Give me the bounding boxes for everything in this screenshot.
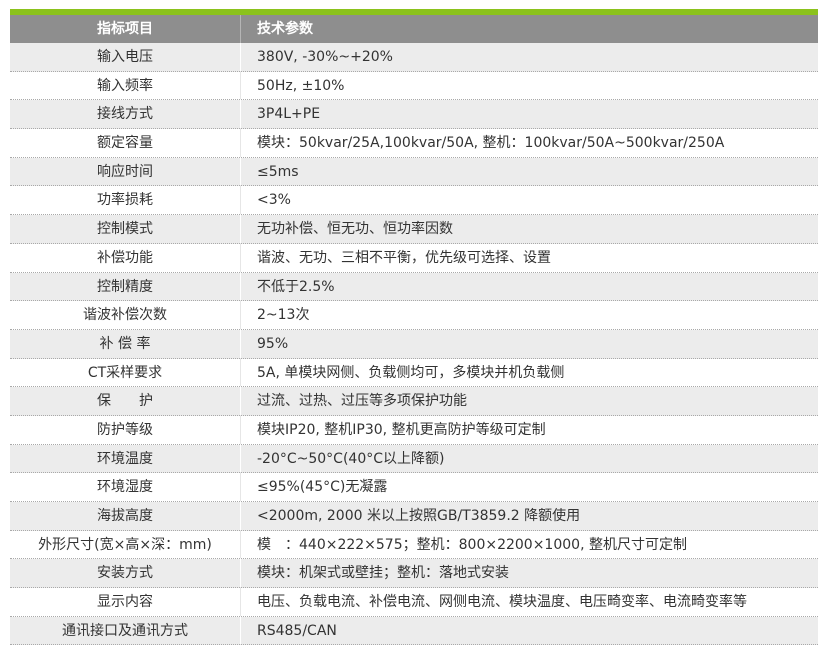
row-value: <3% bbox=[240, 186, 818, 215]
row-value: ≤95%(45°C)无凝露 bbox=[240, 473, 818, 501]
header-value: 技术参数 bbox=[240, 15, 818, 43]
row-label: 防护等级 bbox=[97, 421, 153, 438]
row-value: 电压、负载电流、补偿电流、网侧电流、模块温度、电压畸变率、电流畸变率等 bbox=[240, 588, 818, 616]
row-label: 谐波补偿次数 bbox=[83, 307, 167, 324]
row-label: 补偿功能 bbox=[97, 249, 153, 266]
table-row: 显示内容 电压、负载电流、补偿电流、网侧电流、模块温度、电压畸变率、电流畸变率等 bbox=[10, 588, 818, 617]
row-label: 响应时间 bbox=[97, 163, 153, 180]
row-value: 无功补偿、恒无功、恒功率因数 bbox=[240, 215, 818, 243]
table-row: 通讯接口及通讯方式 RS485/CAN bbox=[10, 616, 818, 646]
row-label: 环境湿度 bbox=[97, 479, 153, 496]
row-value: 2~13次 bbox=[240, 301, 818, 329]
row-value: 不低于2.5% bbox=[240, 272, 818, 301]
row-value: 过流、过热、过压等多项保护功能 bbox=[240, 387, 818, 415]
row-value: 模 ：440×222×575；整机：800×2200×1000, 整机尺寸可定制 bbox=[240, 530, 818, 559]
row-label: 海拔高度 bbox=[97, 508, 153, 524]
row-label: 控制模式 bbox=[97, 221, 153, 238]
row-label: 控制精度 bbox=[97, 278, 153, 295]
row-value: 谐波、无功、三相不平衡，优先级可选择、设置 bbox=[240, 243, 818, 272]
table-row: 海拔高度 <2000m, 2000 米以上按照GB/T3859.2 降额使用 bbox=[10, 502, 818, 531]
table-row: 防护等级 模块IP20, 整机IP30, 整机更高防护等级可定制 bbox=[10, 415, 818, 445]
table-row: 输入电压 380V, -30%~+20% bbox=[10, 43, 818, 72]
row-value: 模块IP20, 整机IP30, 整机更高防护等级可定制 bbox=[240, 415, 818, 444]
row-value: RS485/CAN bbox=[240, 616, 818, 645]
table-row: 响应时间 ≤5ms bbox=[10, 157, 818, 187]
row-value: <2000m, 2000 米以上按照GB/T3859.2 降额使用 bbox=[240, 502, 818, 530]
header-label: 指标项目 bbox=[97, 21, 153, 37]
table-row: 保 护 过流、过热、过压等多项保护功能 bbox=[10, 387, 818, 416]
row-label: 接线方式 bbox=[97, 106, 153, 123]
table-row: 功率损耗 <3% bbox=[10, 186, 818, 216]
row-label: 功率损耗 bbox=[97, 192, 153, 209]
row-label: 补 偿 率 bbox=[99, 335, 151, 352]
table-header: 指标项目 技术参数 bbox=[10, 15, 818, 43]
table-row: 补 偿 率 95% bbox=[10, 329, 818, 359]
row-label: 通讯接口及通讯方式 bbox=[62, 622, 188, 639]
row-value: 5A, 单模块网侧、负载侧均可，多模块并机负载侧 bbox=[240, 358, 818, 387]
row-value: 模块：机架式或壁挂；整机：落地式安装 bbox=[240, 559, 818, 588]
table-row: 接线方式 3P4L+PE bbox=[10, 100, 818, 130]
spec-table: 指标项目 技术参数 输入电压 380V, -30%~+20% 输入频率 50Hz… bbox=[10, 15, 818, 646]
table-row: 补偿功能 谐波、无功、三相不平衡，优先级可选择、设置 bbox=[10, 243, 818, 273]
row-value: 95% bbox=[240, 329, 818, 358]
row-value: -20°C~50°C(40°C以上降额) bbox=[240, 444, 818, 473]
row-value: 50Hz, ±10% bbox=[240, 71, 818, 100]
row-label: 额定容量 bbox=[97, 135, 153, 152]
row-label: 输入电压 bbox=[97, 49, 153, 65]
table-row: CT采样要求 5A, 单模块网侧、负载侧均可，多模块并机负载侧 bbox=[10, 358, 818, 388]
row-label: 显示内容 bbox=[97, 594, 153, 611]
table-row: 安装方式 模块：机架式或壁挂；整机：落地式安装 bbox=[10, 559, 818, 589]
row-label: 安装方式 bbox=[97, 565, 153, 582]
row-label: CT采样要求 bbox=[87, 364, 163, 381]
row-value: 380V, -30%~+20% bbox=[240, 43, 818, 71]
row-value: ≤5ms bbox=[240, 157, 818, 186]
row-value: 模块：50kvar/25A,100kvar/50A, 整机：100kvar/50… bbox=[240, 129, 818, 157]
row-label: 保 护 bbox=[97, 393, 153, 410]
table-row: 谐波补偿次数 2~13次 bbox=[10, 301, 818, 330]
table-row: 额定容量 模块：50kvar/25A,100kvar/50A, 整机：100kv… bbox=[10, 129, 818, 158]
table-row: 环境湿度 ≤95%(45°C)无凝露 bbox=[10, 473, 818, 502]
row-value: 3P4L+PE bbox=[240, 100, 818, 129]
table-row: 控制模式 无功补偿、恒无功、恒功率因数 bbox=[10, 215, 818, 244]
table-row: 输入频率 50Hz, ±10% bbox=[10, 71, 818, 101]
row-label: 环境温度 bbox=[97, 450, 153, 467]
table-row: 控制精度 不低于2.5% bbox=[10, 272, 818, 302]
row-label: 输入频率 bbox=[97, 77, 153, 94]
table-row: 外形尺寸(宽×高×深：mm) 模 ：440×222×575；整机：800×220… bbox=[10, 530, 818, 560]
table-row: 环境温度 -20°C~50°C(40°C以上降额) bbox=[10, 444, 818, 474]
row-label: 外形尺寸(宽×高×深：mm) bbox=[38, 536, 212, 553]
